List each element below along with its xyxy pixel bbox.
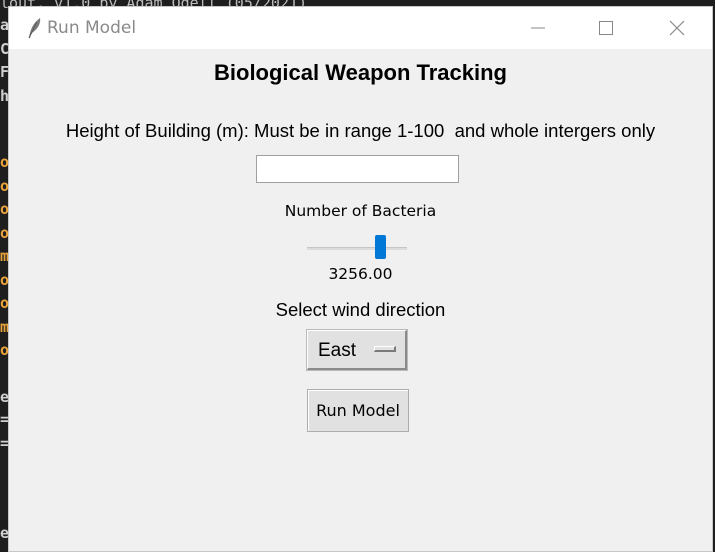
page-title: Biological Weapon Tracking (214, 60, 507, 85)
option-menu-indicator-icon (374, 346, 396, 352)
slider-track[interactable] (307, 247, 407, 250)
run-model-window: Run Model Biological Weapon Tracking Hei… (8, 6, 713, 552)
close-icon (669, 20, 685, 36)
window-content: Biological Weapon Tracking Height of Bui… (9, 49, 712, 551)
close-button[interactable] (654, 7, 700, 49)
maximize-button[interactable] (583, 7, 629, 49)
maximize-icon (599, 21, 613, 35)
run-model-button[interactable]: Run Model (307, 389, 409, 432)
building-height-input[interactable] (256, 155, 459, 183)
bacteria-count-value: 3256.00 (328, 265, 393, 283)
feather-icon (23, 16, 45, 40)
bacteria-count-label: Number of Bacteria (284, 202, 437, 220)
wind-direction-value: East (318, 340, 357, 361)
wind-direction-label: Select wind direction (275, 299, 446, 320)
minimize-icon (531, 27, 545, 29)
building-height-label: Height of Building (m): Must be in range… (65, 120, 656, 141)
window-title: Run Model (47, 18, 137, 38)
slider-thumb[interactable] (375, 235, 386, 259)
bacteria-slider[interactable] (307, 235, 407, 261)
wind-direction-select[interactable]: East (306, 329, 408, 371)
title-bar[interactable]: Run Model (9, 7, 712, 49)
minimize-button[interactable] (515, 7, 561, 49)
